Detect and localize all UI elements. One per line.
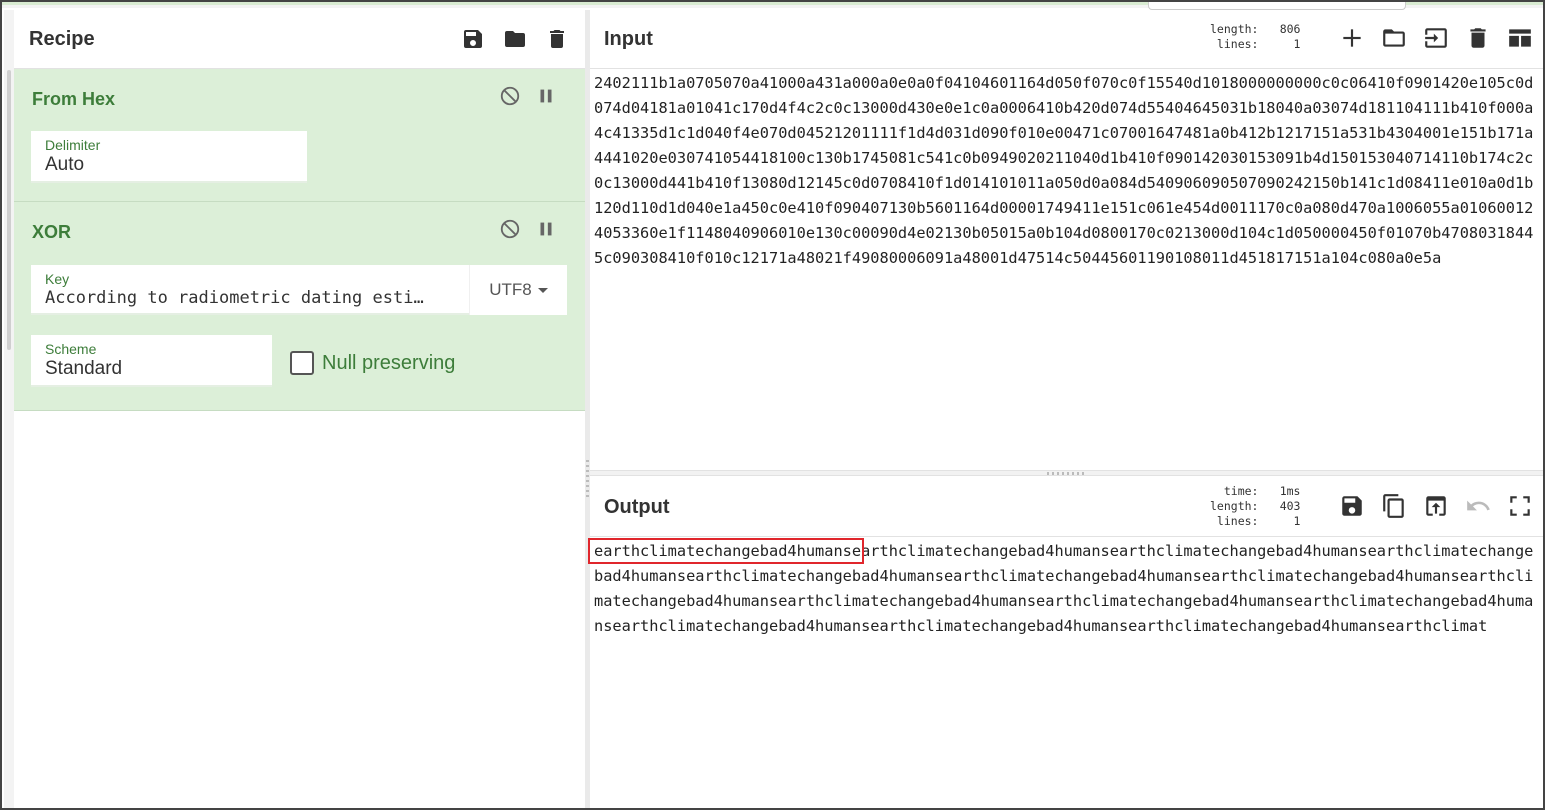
input-pane: Input length: 806 lines: 1 2402111b1a07050… (590, 10, 1543, 470)
trash-icon[interactable] (1465, 25, 1491, 51)
operation-title: XOR (32, 222, 72, 242)
null-preserving-label: Null preserving (322, 351, 456, 374)
copy-icon[interactable] (1381, 493, 1407, 519)
recipe-title: Recipe (29, 27, 95, 50)
output-lines-label: lines: (1216, 514, 1259, 528)
trash-icon[interactable] (544, 26, 570, 52)
output-length-value: 403 (1279, 499, 1301, 513)
recipe-header: Recipe (14, 10, 585, 69)
delimiter-field[interactable]: Delimiter Auto (31, 131, 307, 183)
input-lines-value: 1 (1293, 37, 1301, 51)
save-icon[interactable] (460, 26, 486, 52)
recipe-scrollbar[interactable] (4, 10, 14, 808)
operation-title: From Hex (32, 89, 116, 109)
scheme-field[interactable]: Scheme Standard (31, 335, 272, 387)
key-label: Key (45, 271, 70, 287)
disable-icon[interactable] (499, 218, 521, 240)
layout-icon[interactable] (1507, 25, 1533, 51)
input-length-value: 806 (1279, 22, 1301, 36)
output-lines-value: 1 (1293, 514, 1301, 528)
input-textarea[interactable]: 2402111b1a0705070a41000a431a000a0e0a0f04… (590, 69, 1543, 271)
operation-from-hex: From Hex Delimiter Auto (14, 69, 585, 202)
input-lines-label: lines: (1216, 37, 1259, 51)
delimiter-label: Delimiter (45, 137, 101, 153)
output-header: Output time: 1ms length: 403 lines: 1 (590, 478, 1543, 537)
maximize-icon[interactable] (1507, 493, 1533, 519)
output-length-label: length: (1210, 499, 1259, 513)
output-time-label: time: (1223, 484, 1259, 498)
input-header: Input length: 806 lines: 1 (590, 10, 1543, 69)
replace-input-icon[interactable] (1423, 493, 1449, 519)
key-value: According to radiometric dating esti… (45, 288, 424, 308)
output-pane: Output time: 1ms length: 403 lines: 1 earth… (590, 478, 1543, 808)
save-icon[interactable] (1339, 493, 1365, 519)
output-title: Output (604, 495, 670, 518)
undo-icon[interactable] (1465, 493, 1491, 519)
input-length-label: length: (1210, 22, 1259, 36)
output-time-value: 1ms (1279, 484, 1301, 498)
input-import-icon[interactable] (1423, 25, 1449, 51)
pause-icon[interactable] (535, 85, 557, 107)
tab-hint (1148, 2, 1406, 10)
scheme-value: Standard (45, 358, 123, 379)
input-stats: length: 806 lines: 1 (1210, 22, 1300, 52)
pause-icon[interactable] (535, 218, 557, 240)
operation-xor: XOR Key According to radiometric dating … (14, 202, 585, 411)
input-title: Input (604, 27, 653, 50)
output-text: earthclimatechangebad4humansearthclimate… (594, 542, 1534, 635)
recipe-pane: Recipe From Hex Delimiter Auto XOR Key A… (14, 10, 585, 808)
pane-resizer-horizontal[interactable] (590, 470, 1543, 476)
disable-icon[interactable] (499, 85, 521, 107)
caret-down-icon (537, 287, 548, 293)
key-field[interactable]: Key According to radiometric dating esti… (31, 265, 567, 315)
plus-icon[interactable] (1339, 25, 1365, 51)
output-stats: time: 1ms length: 403 lines: 1 (1210, 484, 1300, 529)
app-window: Recipe From Hex Delimiter Auto XOR Key A… (0, 0, 1545, 810)
null-preserving-checkbox[interactable] (290, 351, 314, 375)
key-encoding-dropdown[interactable]: UTF8 (469, 265, 567, 315)
key-encoding-value: UTF8 (489, 280, 532, 299)
folder-open-icon[interactable] (1381, 25, 1407, 51)
folder-icon[interactable] (502, 26, 528, 52)
scheme-label: Scheme (45, 341, 97, 357)
delimiter-value: Auto (45, 154, 85, 175)
null-preserving-option[interactable]: Null preserving (290, 351, 455, 375)
